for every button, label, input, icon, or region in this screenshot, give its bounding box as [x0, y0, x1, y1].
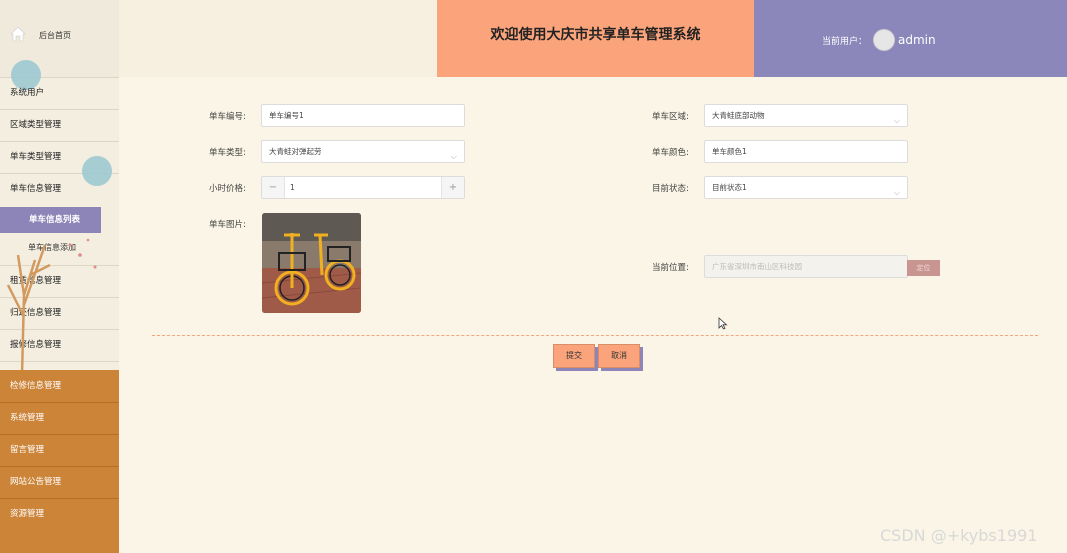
sidebar-item-label: 系统管理	[10, 413, 45, 423]
bike-no-value: 单车编号1	[269, 111, 304, 120]
chevron-down-icon: ⌵	[893, 188, 900, 197]
sidebar-item-label: 检修信息管理	[10, 381, 62, 391]
chevron-down-icon: ⌵	[893, 116, 900, 125]
sidebar-item-bike-info[interactable]: 单车信息管理	[0, 174, 119, 205]
page-title: 欢迎使用大庆市共享单车管理系统	[437, 0, 754, 77]
sidebar-item-rental[interactable]: 租赁信息管理	[0, 266, 119, 298]
sidebar-item-resources[interactable]: 资源管理	[0, 499, 119, 530]
avatar[interactable]	[873, 29, 895, 51]
sidebar: 后台首页 系统用户 区域类型管理 单车类型管理 单车信息管理 单车信息列表 单车…	[0, 0, 119, 553]
bike-area-value: 大青蛙底部动物	[712, 111, 765, 120]
sidebar-item-repair-report[interactable]: 报修信息管理	[0, 330, 119, 362]
hourly-price-label: 小时价格:	[209, 184, 246, 194]
sidebar-item-label: 留言管理	[10, 445, 45, 455]
bike-no-input[interactable]: 单车编号1	[261, 104, 465, 127]
bike-area-select[interactable]: 大青蛙底部动物 ⌵	[704, 104, 908, 127]
sidebar-home[interactable]: 后台首页	[0, 0, 119, 90]
sidebar-item-label: 区域类型管理	[10, 120, 62, 130]
sidebar-item-label: 网站公告管理	[10, 477, 62, 487]
sidebar-item-label: 资源管理	[10, 509, 45, 519]
cancel-button[interactable]: 取消	[598, 344, 640, 368]
minus-button[interactable]: −	[262, 177, 285, 198]
home-label: 后台首页	[39, 31, 71, 40]
plus-button[interactable]: +	[441, 177, 464, 198]
sidebar-item-bike-type[interactable]: 单车类型管理	[0, 142, 119, 186]
sidebar-item-maintenance[interactable]: 检修信息管理	[0, 371, 119, 403]
sidebar-subitem-label: 单车信息列表	[28, 215, 80, 225]
sidebar-subitem-bike-list[interactable]: 单车信息列表	[0, 207, 101, 233]
sidebar-item-system[interactable]: 系统管理	[0, 403, 119, 435]
sidebar-item-label: 单车类型管理	[10, 152, 62, 162]
bike-color-value: 单车颜色1	[712, 147, 747, 156]
locate-button[interactable]: 定位	[907, 260, 940, 276]
bike-color-input[interactable]: 单车颜色1	[704, 140, 908, 163]
current-location-label: 当前位置:	[652, 263, 689, 273]
sidebar-item-system-users[interactable]: 系统用户	[0, 78, 119, 110]
sidebar-item-label: 单车信息管理	[10, 184, 62, 194]
bike-no-label: 单车编号:	[209, 112, 246, 122]
bike-type-value: 大青蛙对弹起劳	[269, 147, 322, 156]
mouse-cursor-icon	[718, 317, 728, 330]
watermark: CSDN @+kybs1991	[880, 526, 1038, 545]
sidebar-subitem-label: 单车信息添加	[28, 243, 76, 252]
sidebar-item-label: 归还信息管理	[10, 308, 62, 318]
sidebar-item-messages[interactable]: 留言管理	[0, 435, 119, 467]
current-location-value: 广东省深圳市南山区科技园	[712, 262, 802, 271]
current-user-label: 当前用户：	[822, 37, 868, 47]
current-status-label: 目前状态:	[652, 184, 689, 194]
bike-area-label: 单车区域:	[652, 112, 689, 122]
bike-photo[interactable]	[262, 213, 361, 313]
sidebar-item-label: 租赁信息管理	[10, 276, 62, 286]
sidebar-item-label: 系统用户	[10, 88, 45, 98]
username: admin	[898, 33, 936, 47]
bike-image-label: 单车图片:	[209, 220, 246, 230]
hourly-price-stepper[interactable]: − 1 +	[261, 176, 465, 199]
hourly-price-value: 1	[290, 183, 295, 192]
sidebar-item-return[interactable]: 归还信息管理	[0, 298, 119, 330]
bike-color-label: 单车颜色:	[652, 148, 689, 158]
header-left-panel	[119, 0, 437, 77]
sidebar-item-label: 报修信息管理	[10, 340, 62, 350]
home-icon	[10, 26, 26, 42]
bike-photo-image	[262, 213, 361, 313]
bike-type-label: 单车类型:	[209, 148, 246, 158]
current-location-input[interactable]: 广东省深圳市南山区科技园	[704, 255, 908, 278]
sidebar-item-area-type[interactable]: 区域类型管理	[0, 110, 119, 142]
form-divider	[152, 335, 1038, 336]
submit-button[interactable]: 提交	[553, 344, 595, 368]
chevron-down-icon: ⌵	[450, 152, 457, 161]
header-user-panel: 当前用户： admin	[754, 0, 1067, 77]
bike-type-select[interactable]: 大青蛙对弹起劳 ⌵	[261, 140, 465, 163]
current-status-value: 目前状态1	[712, 183, 747, 192]
sidebar-subitem-bike-add[interactable]: 单车信息添加	[0, 233, 119, 266]
current-status-select[interactable]: 目前状态1 ⌵	[704, 176, 908, 199]
sidebar-item-announcements[interactable]: 网站公告管理	[0, 467, 119, 499]
